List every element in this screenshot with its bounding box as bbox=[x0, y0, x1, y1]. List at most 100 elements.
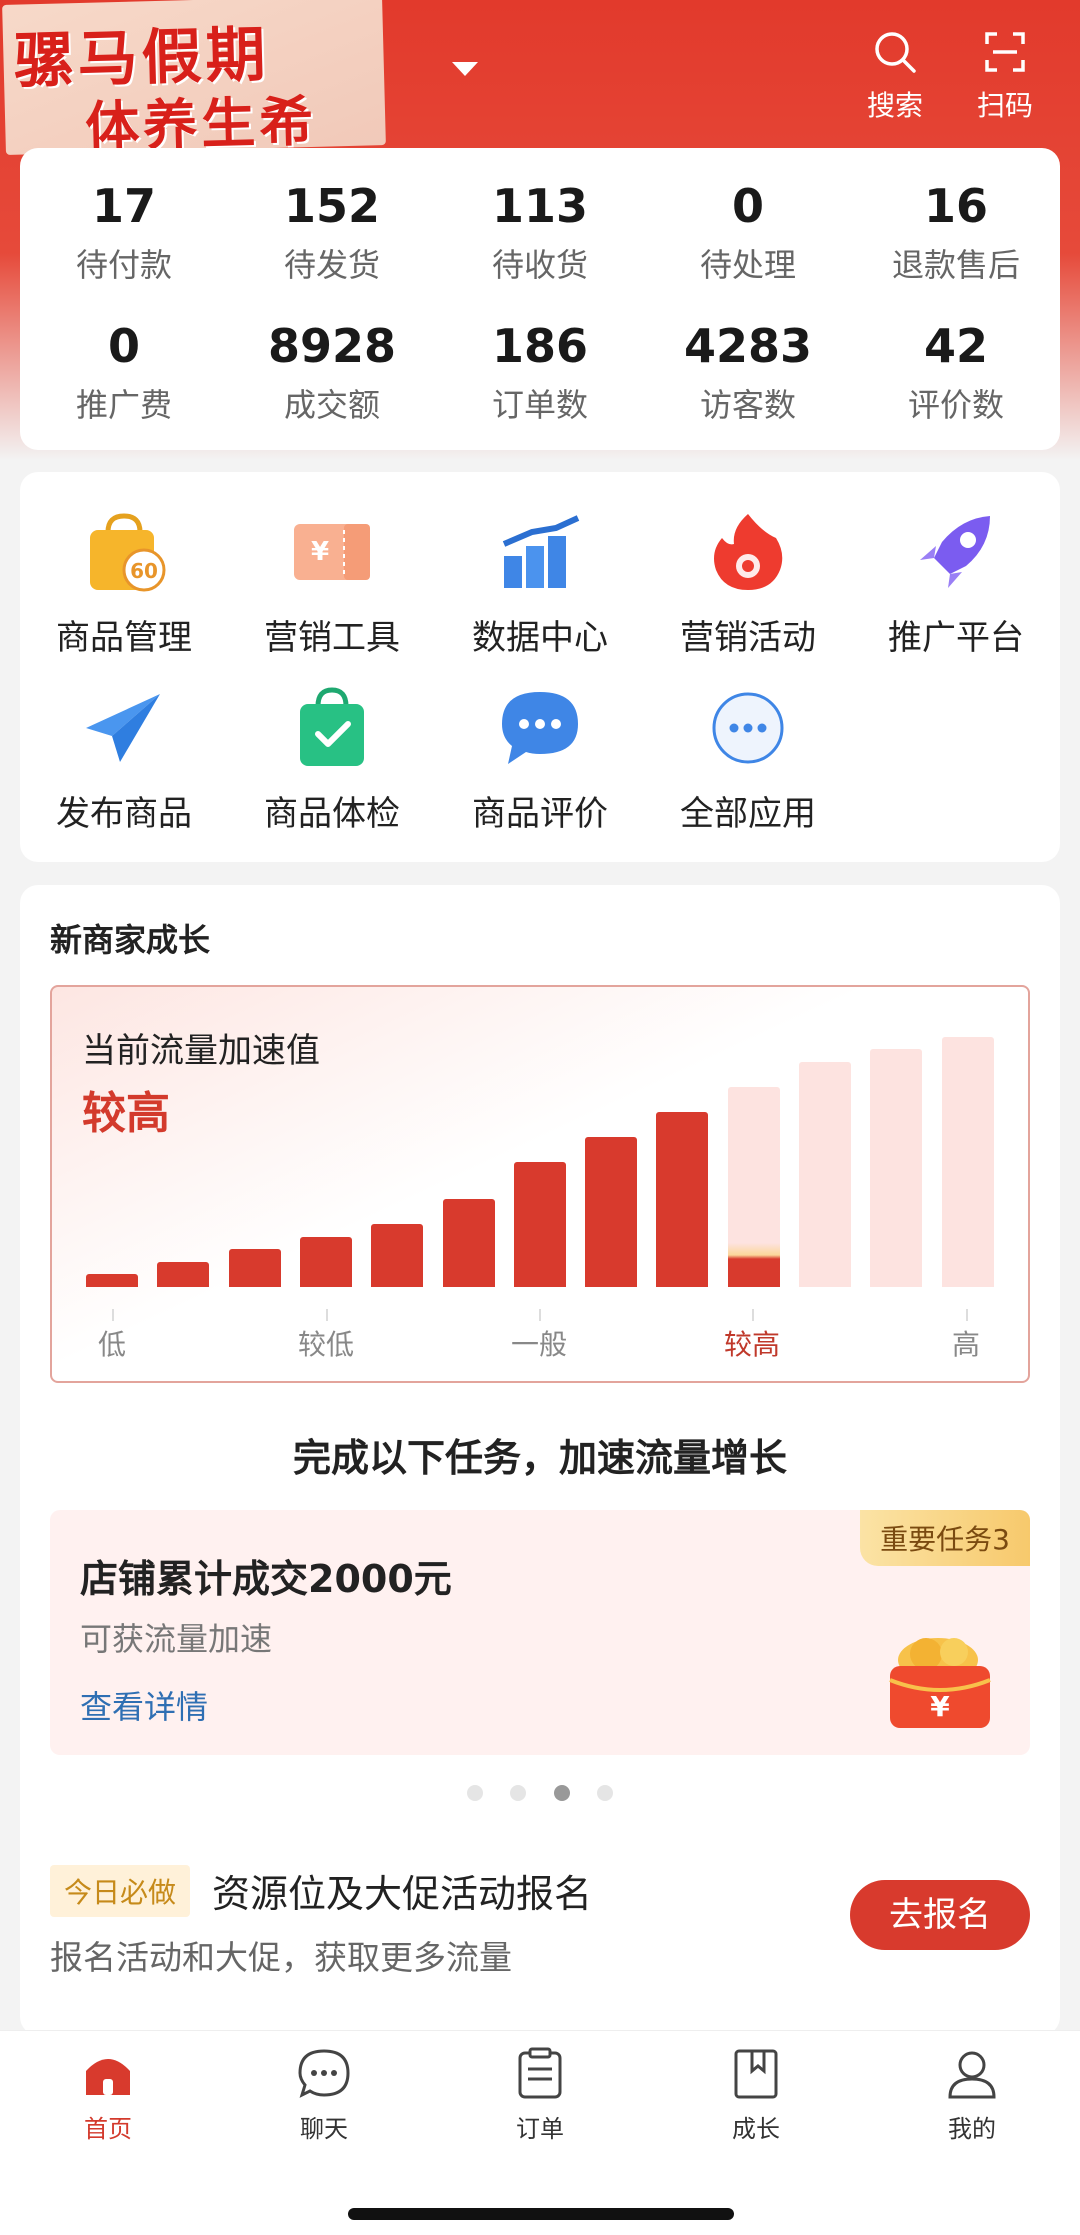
chart-bar bbox=[371, 1224, 424, 1287]
task-card[interactable]: 重要任务3 店铺累计成交2000元 可获流量加速 查看详情 ¥ bbox=[50, 1510, 1030, 1755]
chart-bar bbox=[228, 1249, 281, 1287]
growth-title: 新商家成长 bbox=[50, 921, 211, 959]
tab-label: 首页 bbox=[84, 2115, 132, 2143]
app-data-center[interactable]: 数据中心 bbox=[436, 508, 644, 659]
tab-label: 成长 bbox=[732, 2115, 780, 2143]
app-label: 数据中心 bbox=[472, 618, 608, 658]
tab-label: 订单 bbox=[516, 2115, 564, 2143]
app-label: 商品体检 bbox=[264, 794, 400, 834]
carousel-dot[interactable] bbox=[467, 1785, 484, 1801]
stat-value: 186 bbox=[491, 319, 589, 373]
stat-pending-payment[interactable]: 17 待付款 bbox=[20, 178, 228, 286]
search-label: 搜索 bbox=[866, 89, 923, 122]
scan-label: 扫码 bbox=[976, 89, 1033, 122]
chart-bar bbox=[941, 1037, 994, 1287]
chart-bar bbox=[656, 1112, 709, 1287]
sign-up-button[interactable]: 去报名 bbox=[850, 1880, 1030, 1950]
stat-visitor-count[interactable]: 4283 访客数 bbox=[644, 318, 852, 426]
level-label-low: 低 bbox=[97, 1328, 126, 1361]
shopping-bag-60-icon: 60 bbox=[90, 513, 166, 592]
tab-growth[interactable]: 成长 bbox=[648, 2045, 864, 2144]
app-label: 推广平台 bbox=[888, 618, 1024, 658]
app-label: 商品管理 bbox=[56, 618, 192, 658]
carousel-dot[interactable] bbox=[510, 1785, 527, 1801]
stat-promotion-fee[interactable]: 0 推广费 bbox=[20, 318, 228, 426]
store-sticker-logo[interactable]: 骡马假期 体养生希 bbox=[2, 0, 386, 155]
level-label-normal: 一般 bbox=[510, 1328, 567, 1361]
stat-label: 订单数 bbox=[491, 386, 588, 424]
chart-tick bbox=[326, 1309, 328, 1321]
search-button[interactable]: 搜索 bbox=[850, 28, 940, 124]
carousel-indicator bbox=[20, 1785, 1060, 1805]
scan-button[interactable]: 扫码 bbox=[960, 28, 1050, 124]
app-product-reviews[interactable]: 商品评价 bbox=[436, 684, 644, 835]
app-all-apps[interactable]: 全部应用 bbox=[644, 684, 852, 835]
tab-orders[interactable]: 订单 bbox=[432, 2045, 648, 2144]
chart-bar bbox=[727, 1087, 780, 1287]
chart-tick bbox=[112, 1309, 114, 1321]
stat-value: 42 bbox=[923, 319, 988, 373]
stat-label: 待收货 bbox=[491, 246, 588, 284]
tab-home[interactable]: 首页 bbox=[0, 2045, 216, 2144]
check-bag-icon bbox=[300, 687, 364, 766]
stat-value: 8928 bbox=[267, 319, 397, 373]
red-packet-icon: ¥ bbox=[889, 1638, 991, 1728]
chart-tick bbox=[539, 1309, 541, 1321]
stat-pending-shipment[interactable]: 152 待发货 bbox=[228, 178, 436, 286]
sticker-text-line2: 体养生希 bbox=[84, 88, 319, 155]
stat-label: 待发货 bbox=[283, 246, 380, 284]
task-heading: 完成以下任务，加速流量增长 bbox=[292, 1436, 787, 1480]
stat-value: 0 bbox=[107, 319, 140, 373]
stat-label: 评价数 bbox=[907, 386, 1004, 424]
stat-pending-handling[interactable]: 0 待处理 bbox=[644, 178, 852, 286]
flame-icon bbox=[714, 514, 783, 590]
level-label-higher: 较高 bbox=[723, 1328, 780, 1361]
chat-bubble-icon bbox=[502, 692, 578, 764]
app-marketing-tools[interactable]: ¥ 营销工具 bbox=[228, 508, 436, 659]
carousel-dot[interactable] bbox=[596, 1785, 613, 1801]
traffic-boost-label: 当前流量加速值 bbox=[82, 1031, 320, 1071]
chart-tick bbox=[966, 1309, 968, 1321]
stat-label: 待处理 bbox=[699, 246, 796, 284]
today-must-do-badge: 今日必做 bbox=[50, 1865, 191, 1917]
stat-label: 待付款 bbox=[75, 246, 172, 284]
chart-tick bbox=[752, 1309, 754, 1321]
tab-chat[interactable]: 聊天 bbox=[216, 2045, 432, 2144]
stat-label: 推广费 bbox=[75, 386, 172, 424]
traffic-boost-value: 较高 bbox=[82, 1088, 170, 1139]
today-task-subtitle: 报名活动和大促，获取更多流量 bbox=[50, 1938, 512, 1977]
stats-card: 17 待付款 152 待发货 113 待收货 0 待处理 16 退款售后 0 推… bbox=[20, 148, 1060, 450]
stat-gmv[interactable]: 8928 成交额 bbox=[228, 318, 436, 426]
stat-review-count[interactable]: 42 评价数 bbox=[852, 318, 1060, 426]
store-dropdown-caret-icon[interactable] bbox=[452, 62, 478, 76]
task-title: 店铺累计成交2000元 bbox=[80, 1557, 452, 1601]
chart-bar bbox=[799, 1062, 851, 1287]
app-marketing-activities[interactable]: 营销活动 bbox=[644, 508, 852, 659]
level-label-lower: 较低 bbox=[297, 1328, 354, 1361]
chart-bar bbox=[299, 1237, 352, 1287]
carousel-dot-active[interactable] bbox=[553, 1785, 570, 1801]
app-publish-product[interactable]: 发布商品 bbox=[20, 684, 228, 835]
svg-text:¥: ¥ bbox=[311, 537, 329, 567]
app-label: 发布商品 bbox=[56, 794, 192, 834]
app-label: 营销工具 bbox=[264, 618, 400, 658]
view-details-link[interactable]: 查看详情 bbox=[80, 1682, 208, 1728]
stat-pending-receipt[interactable]: 113 待收货 bbox=[436, 178, 644, 286]
stat-value: 152 bbox=[283, 179, 381, 233]
app-product-management[interactable]: 60 商品管理 bbox=[20, 508, 228, 659]
stat-order-count[interactable]: 186 订单数 bbox=[436, 318, 644, 426]
tab-profile[interactable]: 我的 bbox=[864, 2045, 1080, 2144]
stat-refund-aftersale[interactable]: 16 退款售后 bbox=[852, 178, 1060, 286]
home-indicator bbox=[348, 2208, 734, 2220]
app-badge-text: 60 bbox=[130, 559, 158, 583]
important-task-badge: 重要任务3 bbox=[860, 1510, 1030, 1566]
growth-book-icon bbox=[734, 2049, 778, 2099]
stat-value: 17 bbox=[91, 179, 156, 233]
search-icon bbox=[875, 32, 916, 73]
bottom-tab-bar: 首页 聊天 订单 成长 我的 bbox=[0, 2030, 1080, 2235]
bar-chart-icon bbox=[502, 515, 580, 588]
app-product-checkup[interactable]: 商品体检 bbox=[228, 684, 436, 835]
app-promotion-platform[interactable]: 推广平台 bbox=[852, 508, 1060, 659]
stat-value: 0 bbox=[731, 179, 764, 233]
chart-bar bbox=[157, 1262, 210, 1287]
